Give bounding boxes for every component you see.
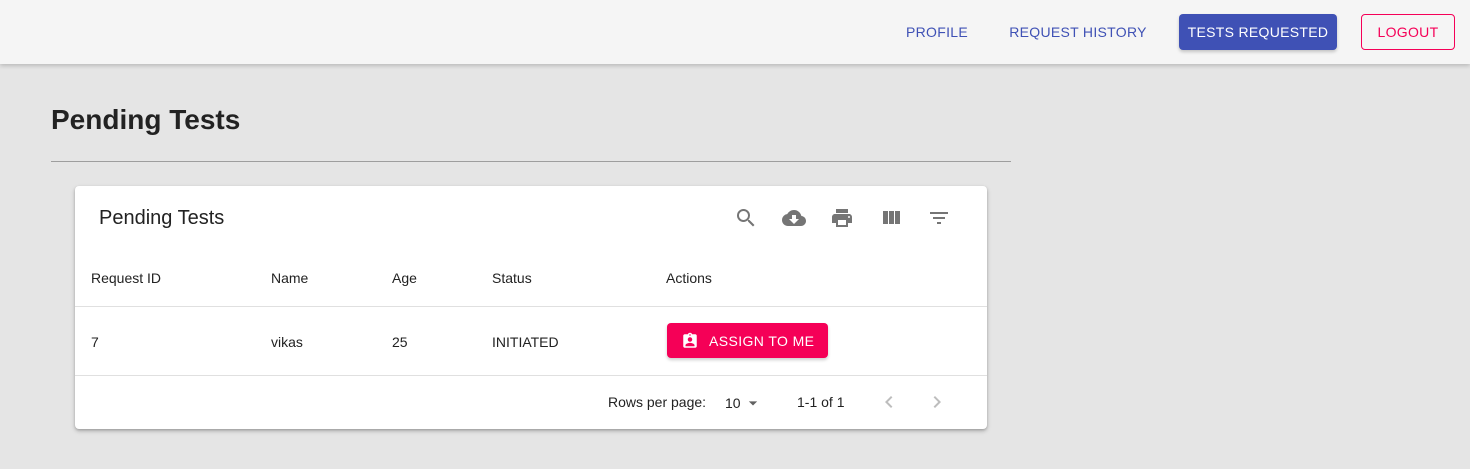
app-bar: PROFILE REQUEST HISTORY TESTS REQUESTED …: [0, 0, 1470, 64]
rows-per-page-value: 10: [725, 395, 741, 411]
filter-list-icon[interactable]: [927, 206, 951, 230]
page-title: Pending Tests: [51, 104, 241, 135]
rows-per-page-label: Rows per page:: [608, 394, 707, 410]
column-header-name[interactable]: Name: [271, 270, 308, 286]
column-header-age[interactable]: Age: [392, 270, 417, 286]
cell-age: 25: [392, 334, 408, 350]
logout-button[interactable]: LOGOUT: [1361, 14, 1455, 50]
search-icon[interactable]: [734, 206, 758, 230]
column-header-actions: Actions: [666, 270, 712, 286]
cell-request-id: 7: [91, 334, 99, 350]
assignment-ind-icon: [683, 332, 697, 348]
assign-to-me-button[interactable]: ASSIGN TO ME: [667, 323, 828, 358]
view-column-icon[interactable]: [879, 206, 903, 230]
chevron-left-icon[interactable]: [877, 390, 901, 414]
arrow-drop-down-icon: [748, 401, 757, 406]
column-header-request-id[interactable]: Request ID: [91, 270, 161, 286]
rows-per-page-select[interactable]: 10: [725, 392, 765, 414]
pagination-range: 1-1 of 1: [797, 394, 845, 410]
cell-name: vikas: [271, 334, 303, 350]
title-divider: [51, 161, 1011, 162]
cell-status: INITIATED: [492, 334, 559, 350]
column-header-status[interactable]: Status: [492, 270, 532, 286]
print-icon[interactable]: [830, 206, 854, 230]
nav-request-history-button[interactable]: REQUEST HISTORY: [998, 14, 1158, 50]
table-title: Pending Tests: [99, 207, 225, 229]
nav-tests-requested-button[interactable]: TESTS REQUESTED: [1179, 14, 1337, 50]
assign-button-label: ASSIGN TO ME: [709, 332, 815, 349]
header-divider: [75, 306, 987, 307]
cloud-download-icon[interactable]: [782, 206, 806, 230]
chevron-right-icon[interactable]: [925, 390, 949, 414]
row-divider: [75, 375, 987, 376]
pending-tests-table: Pending Tests Request ID Name Age Status…: [75, 186, 987, 429]
nav-profile-button[interactable]: PROFILE: [896, 14, 978, 50]
